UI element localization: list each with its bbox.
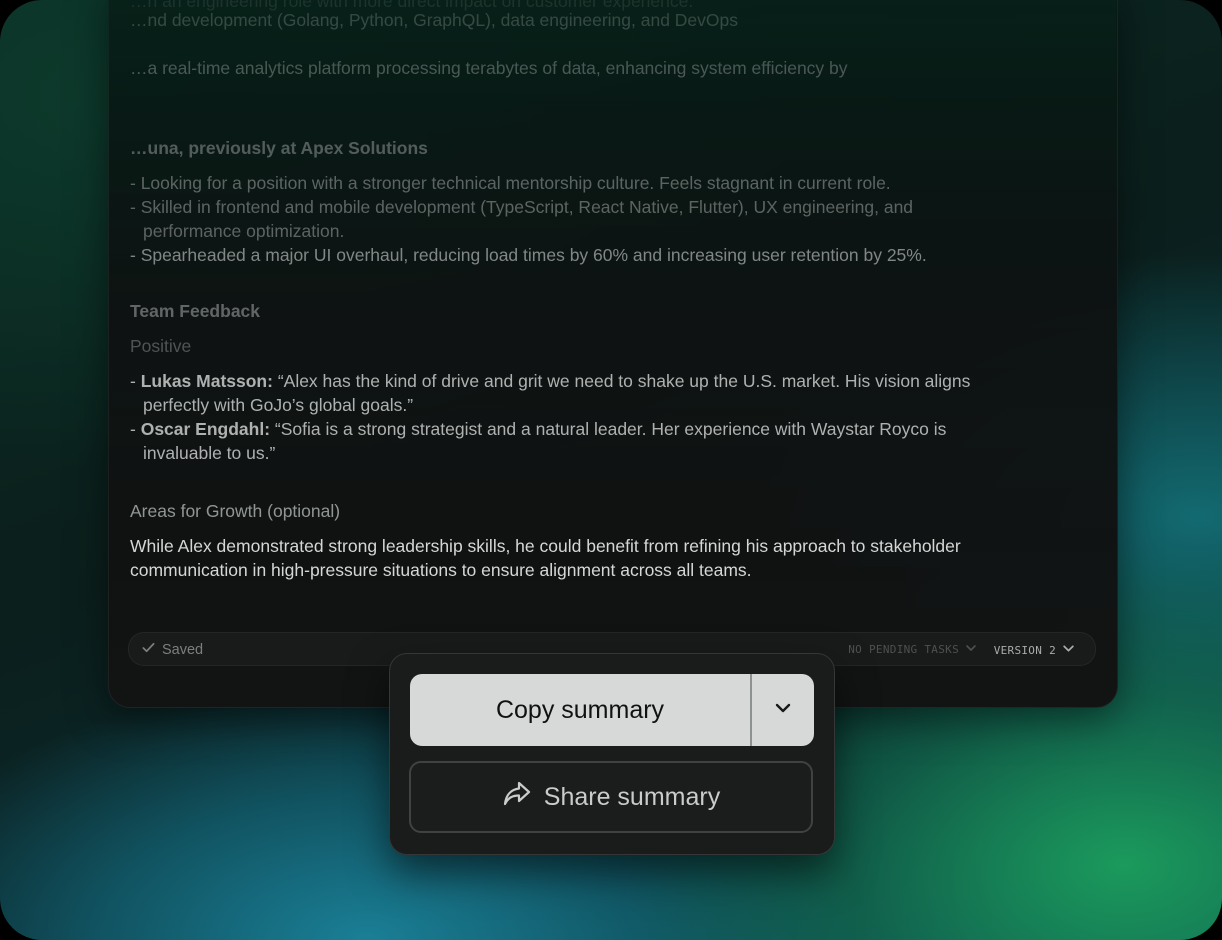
document-panel — [108, 0, 1118, 708]
share-summary-button[interactable]: Share summary — [409, 761, 813, 833]
feedback-continuation: perfectly with GoJo’s global goals.” — [143, 395, 414, 415]
doc-line: …nd development (Golang, Python, GraphQL… — [130, 10, 739, 30]
chevron-down-icon — [773, 698, 793, 723]
share-summary-label: Share summary — [543, 782, 721, 811]
feedback-author: Lukas Matsson: — [140, 371, 273, 391]
feedback-author: Oscar Engdahl: — [140, 419, 271, 439]
list-item: performance optimization. — [143, 221, 345, 241]
saved-status: Saved — [141, 640, 203, 659]
doc-line: …a real-time analytics platform processi… — [130, 58, 848, 78]
copy-options-dropdown[interactable] — [752, 674, 814, 746]
list-item: - Spearheaded a major UI overhaul, reduc… — [130, 245, 927, 265]
growth-text: While Alex demonstrated strong leadershi… — [130, 536, 961, 556]
saved-label: Saved — [162, 641, 204, 658]
feedback-item: - Lukas Matsson: “Alex has the kind of d… — [130, 369, 970, 393]
pending-label: NO PENDING TASKS — [848, 643, 959, 656]
feedback-quote: “Alex has the kind of drive and grit we … — [272, 371, 971, 391]
chevron-down-icon — [1062, 642, 1075, 658]
pending-tasks-dropdown[interactable]: NO PENDING TASKS — [848, 642, 977, 657]
list-item: - Looking for a position with a stronger… — [130, 173, 891, 193]
list-item: - Skilled in frontend and mobile develop… — [130, 197, 914, 217]
feedback-item: - Oscar Engdahl: “Sofia is a strong stra… — [130, 417, 946, 441]
app-background: …h an engineering role with more direct … — [0, 0, 1222, 940]
feedback-heading: Team Feedback — [130, 301, 261, 321]
feedback-prefix: - — [130, 419, 141, 439]
version-dropdown[interactable]: VERSION 2 — [994, 642, 1075, 658]
growth-label: Areas for Growth (optional) — [130, 501, 341, 521]
chevron-down-icon — [965, 642, 977, 657]
growth-text: communication in high-pressure situation… — [130, 560, 752, 580]
summary-actions-popup: Copy summary Share summary — [389, 653, 835, 855]
feedback-continuation: invaluable to us.” — [143, 443, 276, 463]
feedback-prefix: - — [130, 371, 141, 391]
positive-label: Positive — [130, 336, 192, 356]
feedback-quote: “Sofia is a strong strategist and a natu… — [270, 419, 947, 439]
candidate-heading: …una, previously at Apex Solutions — [130, 138, 428, 158]
check-icon — [141, 640, 156, 659]
copy-summary-button[interactable]: Copy summary — [410, 674, 750, 746]
version-label: VERSION 2 — [993, 643, 1056, 657]
share-arrow-icon — [502, 780, 532, 815]
